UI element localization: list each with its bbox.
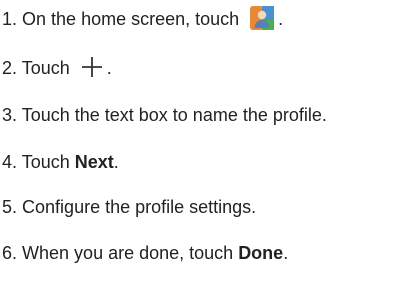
step-number: 3. <box>2 105 18 125</box>
step-punctuation: . <box>113 152 119 172</box>
plus-icon <box>81 56 103 78</box>
profile-app-icon <box>250 6 275 31</box>
step-3: 3. Touch the text box to name the profil… <box>2 104 327 126</box>
step-2: 2. Touch . <box>2 57 112 80</box>
step-number: 2. <box>2 58 18 78</box>
step-4: 4. Touch Next. <box>2 151 119 173</box>
step-number: 1. <box>2 9 18 29</box>
step-punctuation: . <box>278 9 284 29</box>
step-text: Touch <box>21 58 70 78</box>
step-number: 6. <box>2 243 18 263</box>
step-text: On the home screen, touch <box>22 9 240 29</box>
step-5: 5. Configure the profile settings. <box>2 196 256 218</box>
step-6: 6. When you are done, touch Done. <box>2 242 288 264</box>
step-bold-label: Next <box>74 152 114 172</box>
step-1: 1. On the home screen, touch . <box>2 6 284 32</box>
step-bold-label: Done <box>238 243 284 263</box>
step-text: Touch <box>21 152 70 172</box>
step-number: 5. <box>2 197 18 217</box>
step-punctuation: . <box>283 243 289 263</box>
step-number: 4. <box>2 152 18 172</box>
step-text: When you are done, touch <box>22 243 234 263</box>
step-text: Configure the profile settings. <box>22 197 257 217</box>
step-punctuation: . <box>106 58 112 78</box>
step-text: Touch the text box to name the profile. <box>21 105 327 125</box>
